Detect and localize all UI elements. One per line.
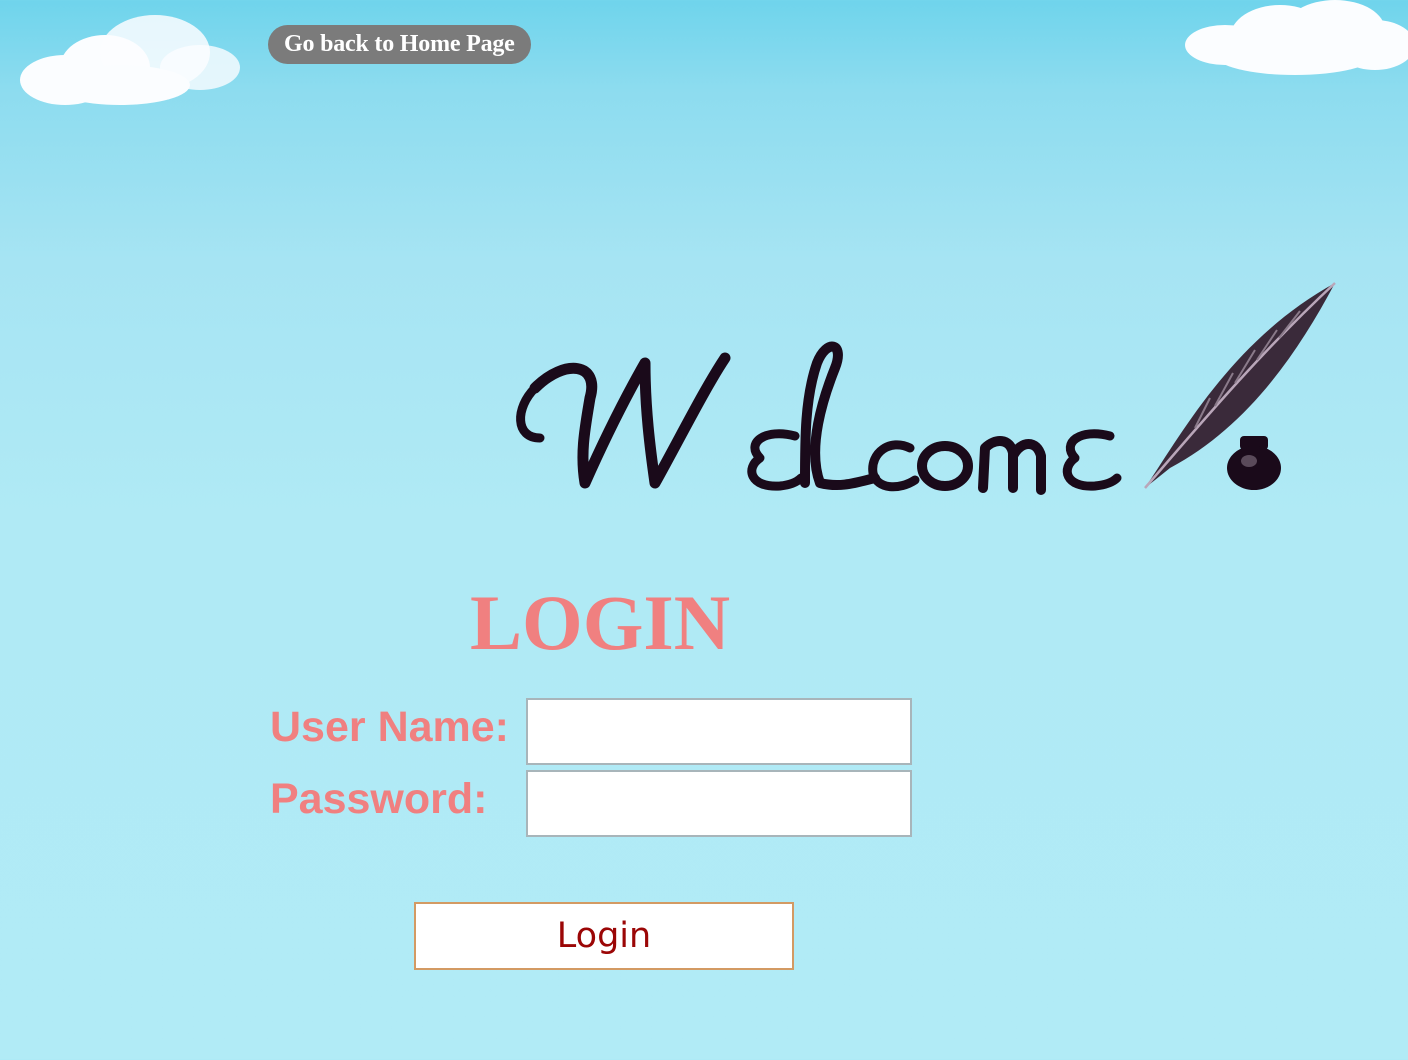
username-field[interactable] [526, 698, 912, 765]
welcome-logo-graphic [516, 282, 1336, 495]
welcome-logo [505, 278, 1355, 503]
username-label: User Name: [270, 703, 509, 751]
home-page-link[interactable]: Go back to Home Page [268, 25, 531, 64]
login-title: LOGIN [470, 579, 731, 666]
cloud-left [20, 15, 240, 105]
login-button[interactable]: Login [414, 902, 794, 970]
password-field[interactable] [526, 770, 912, 837]
cloud-right [1185, 0, 1408, 80]
password-label: Password: [270, 775, 488, 823]
inkwell-icon [1227, 436, 1281, 490]
